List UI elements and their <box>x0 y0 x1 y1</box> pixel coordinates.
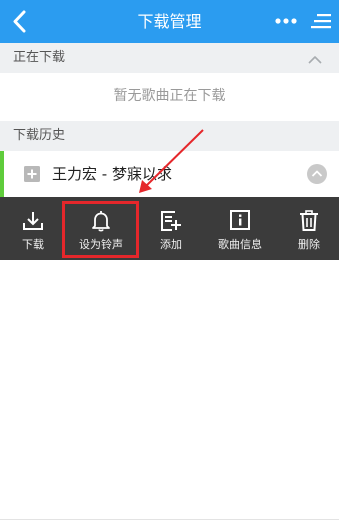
selected-indicator <box>0 151 4 197</box>
menu-button[interactable] <box>308 0 336 43</box>
song-action-toolbar: 下载 设为铃声 添加 歌曲信息 删除 <box>0 197 339 260</box>
add-label: 添加 <box>160 238 182 251</box>
song-info-button[interactable]: 歌曲信息 <box>212 197 268 260</box>
chevron-up-circle-icon <box>307 164 327 184</box>
section-downloading-header[interactable]: 正在下载 <box>0 43 339 73</box>
add-to-list-icon <box>161 211 181 231</box>
section-history-label: 下载历史 <box>13 128 66 143</box>
delete-button[interactable]: 删除 <box>286 197 332 260</box>
song-info-label: 歌曲信息 <box>218 238 262 251</box>
plus-square-icon <box>24 166 40 182</box>
more-button[interactable] <box>270 0 302 43</box>
title-bar: 下载管理 <box>0 0 339 43</box>
chevron-up-icon <box>308 56 322 64</box>
bottom-divider <box>0 519 339 520</box>
download-button[interactable]: 下载 <box>10 197 56 260</box>
trash-icon <box>300 210 318 231</box>
add-to-list-button[interactable]: 添加 <box>148 197 194 260</box>
more-dots-icon <box>275 18 297 24</box>
song-title: 王力宏 - 梦寐以求 <box>52 165 172 183</box>
expand-button[interactable] <box>24 166 40 182</box>
collapse-button[interactable] <box>307 50 323 66</box>
download-icon <box>23 212 43 230</box>
info-icon <box>230 210 250 230</box>
empty-state-text: 暂无歌曲正在下载 <box>113 88 226 104</box>
menu-icon <box>311 14 331 29</box>
highlight-box <box>62 201 139 258</box>
list-item[interactable]: 王力宏 - 梦寐以求 <box>0 151 339 197</box>
section-downloading-label: 正在下载 <box>13 50 66 65</box>
download-label: 下载 <box>22 238 44 251</box>
delete-label: 删除 <box>298 238 320 251</box>
song-collapse-button[interactable] <box>307 164 327 184</box>
section-history-header: 下载历史 <box>0 121 339 151</box>
